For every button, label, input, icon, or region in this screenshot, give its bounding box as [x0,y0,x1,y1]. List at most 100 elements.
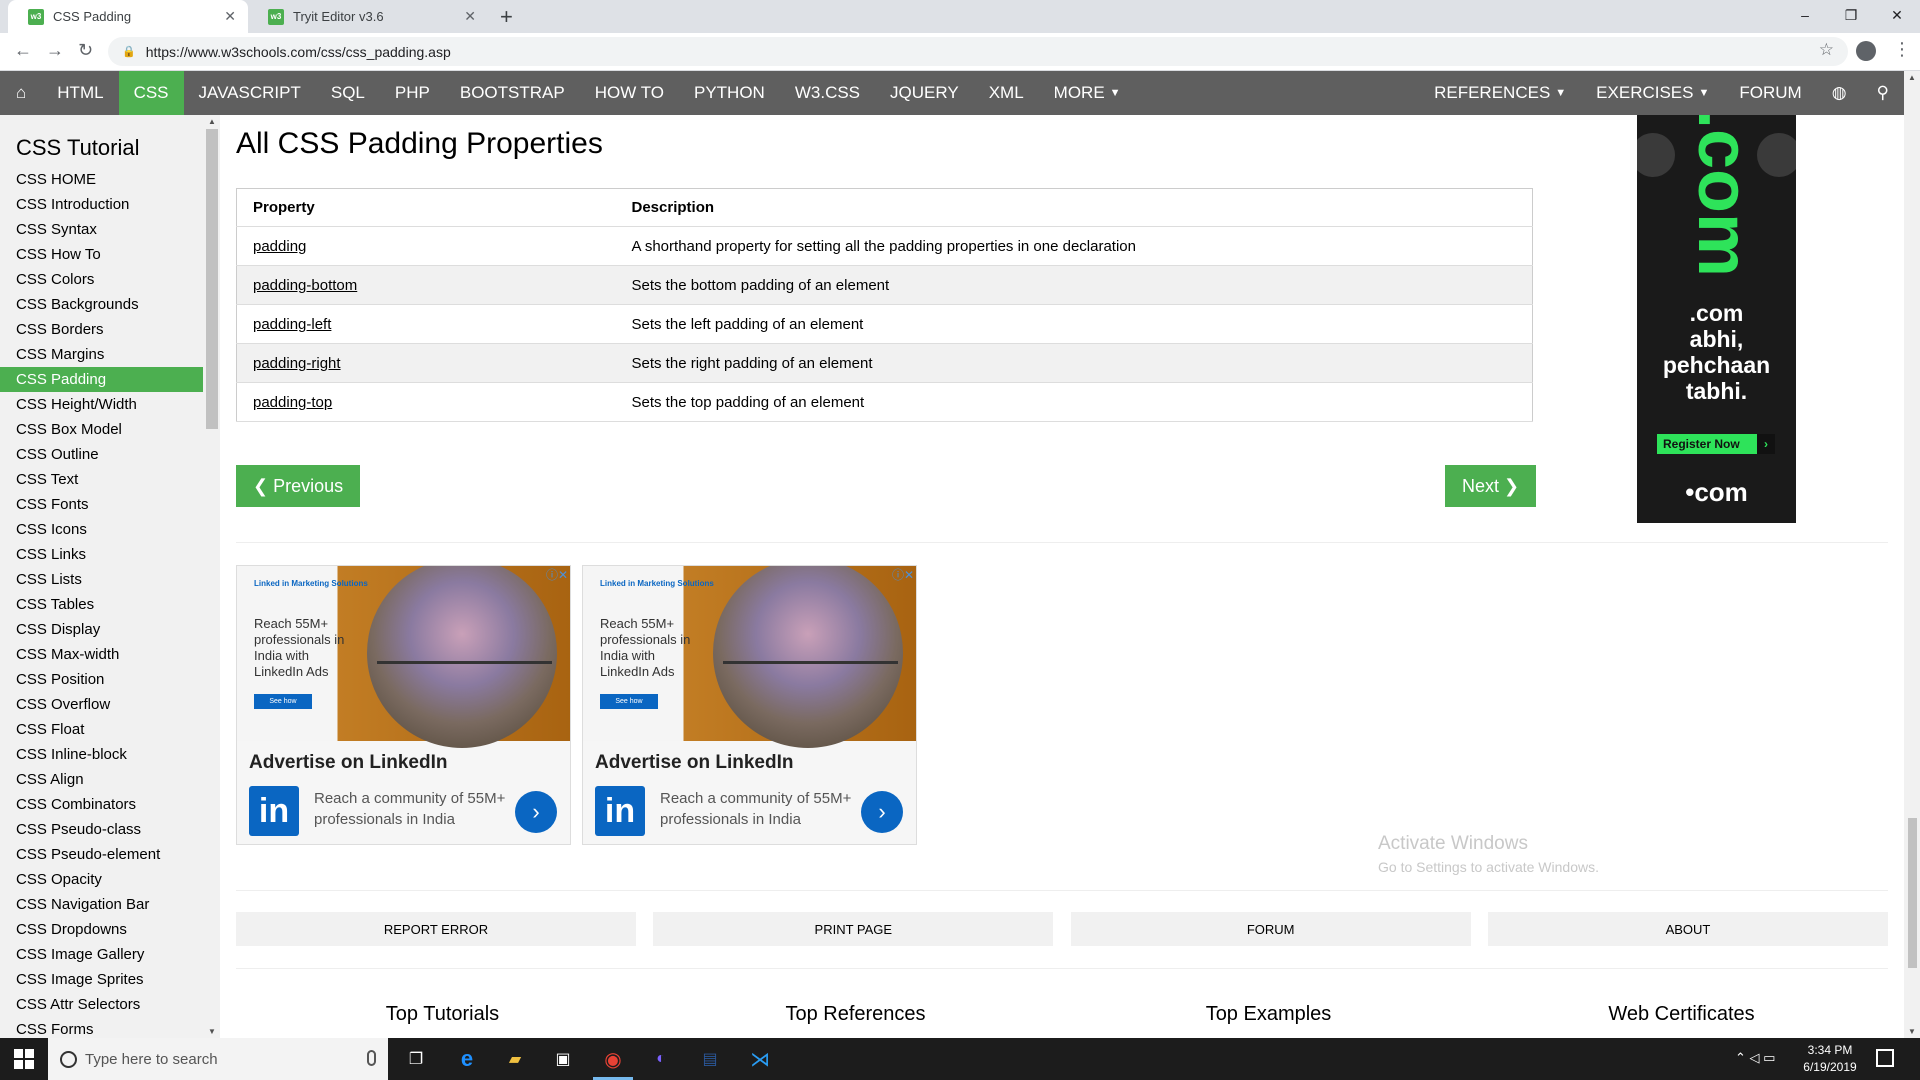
word-document-icon[interactable]: ▤ [698,1047,722,1071]
restore-icon[interactable]: ❐ [1828,0,1874,30]
ad-choices-icon[interactable]: ⓘ✕ [546,566,568,583]
sidebar-item-css-inline-block[interactable]: CSS Inline-block [0,742,203,767]
nav-xml[interactable]: XML [974,71,1039,115]
close-window-icon[interactable]: ✕ [1874,0,1920,30]
system-tray-icons[interactable]: ⌃ ◁ ▭ [1735,1050,1775,1066]
nav-css[interactable]: CSS [118,71,184,115]
home-icon[interactable]: ⌂ [0,71,42,115]
sidebar-scroll-thumb[interactable] [206,129,218,429]
new-tab-icon[interactable]: + [500,4,513,30]
sidebar-item-css-attr-selectors[interactable]: CSS Attr Selectors [0,992,203,1017]
scroll-down-arrow-icon[interactable]: ▼ [208,1027,216,1036]
dotcom-skyscraper-ad[interactable]: .com .com abhi, pehchaan tabhi. Register… [1637,115,1796,523]
chevron-right-icon[interactable]: › [861,791,903,833]
linkedin-ad[interactable]: Linked in Marketing Solutions Reach 55M+… [582,565,917,845]
vscode-icon[interactable]: ⋊ [748,1047,772,1071]
sidebar-item-css-icons[interactable]: CSS Icons [0,517,203,542]
sidebar-item-css-opacity[interactable]: CSS Opacity [0,867,203,892]
scroll-up-arrow-icon[interactable]: ▲ [1908,73,1916,82]
report-error-button[interactable]: REPORT ERROR [236,912,636,946]
forum-button[interactable]: FORUM [1070,912,1471,946]
nav-bootstrap[interactable]: BOOTSTRAP [445,71,580,115]
see-how-button[interactable]: See how [254,694,312,709]
linkedin-ad[interactable]: Linked in Marketing Solutions Reach 55M+… [236,565,571,845]
nav-more[interactable]: MORE ▼ [1039,71,1136,115]
microphone-icon[interactable] [367,1050,376,1066]
property-link[interactable]: padding [236,226,616,266]
sidebar-item-css-combinators[interactable]: CSS Combinators [0,792,203,817]
sidebar-item-css-image-sprites[interactable]: CSS Image Sprites [0,967,203,992]
sidebar-item-css-position[interactable]: CSS Position [0,667,203,692]
chrome-icon[interactable]: ◉ [601,1047,625,1071]
menu-dots-icon[interactable]: ⋮ [1893,39,1911,60]
sidebar-item-css-align[interactable]: CSS Align [0,767,203,792]
sidebar-item-css-pseudo-element[interactable]: CSS Pseudo-element [0,842,203,867]
sidebar-item-css-overflow[interactable]: CSS Overflow [0,692,203,717]
print-page-button[interactable]: PRINT PAGE [653,912,1054,946]
close-tab-icon[interactable]: ✕ [224,8,236,25]
sidebar-item-css-box-model[interactable]: CSS Box Model [0,417,203,442]
profile-avatar-icon[interactable] [1856,41,1876,61]
sidebar-item-css-how-to[interactable]: CSS How To [0,242,203,267]
globe-icon[interactable]: ◍ [1817,71,1862,115]
minimize-icon[interactable]: – [1782,0,1828,30]
sidebar-item-css-fonts[interactable]: CSS Fonts [0,492,203,517]
nav-javascript[interactable]: JAVASCRIPT [184,71,316,115]
chevron-right-icon[interactable]: › [515,791,557,833]
nav-exercises[interactable]: EXERCISES ▼ [1581,71,1724,115]
tab-tryit-editor[interactable]: w3 Tryit Editor v3.6 ✕ [248,0,488,33]
nav-references[interactable]: REFERENCES ▼ [1419,71,1581,115]
taskbar-clock[interactable]: 3:34 PM 6/19/2019 [1800,1042,1860,1076]
tab-css-padding[interactable]: w3 CSS Padding ✕ [8,0,248,33]
nav-forum[interactable]: FORUM [1724,71,1816,115]
close-tab-icon[interactable]: ✕ [464,8,476,25]
about-button[interactable]: ABOUT [1487,912,1888,946]
sidebar-item-css-margins[interactable]: CSS Margins [0,342,203,367]
url-field[interactable]: 🔒 https://www.w3schools.com/css/css_padd… [108,37,1848,66]
sidebar-scrollbar[interactable]: ▲ ▼ [203,115,220,1038]
next-button[interactable]: Next ❯ [1445,465,1537,507]
see-how-button[interactable]: See how [600,694,658,709]
sidebar-item-css-text[interactable]: CSS Text [0,467,203,492]
sidebar-item-css-navigation-bar[interactable]: CSS Navigation Bar [0,892,203,917]
sidebar-item-css-forms[interactable]: CSS Forms [0,1017,203,1038]
sidebar-item-css-colors[interactable]: CSS Colors [0,267,203,292]
windows-start-icon[interactable] [14,1049,34,1069]
property-link[interactable]: padding-top [236,382,616,422]
scroll-down-arrow-icon[interactable]: ▼ [1908,1027,1916,1036]
notification-center-icon[interactable] [1876,1049,1894,1067]
store-icon[interactable]: ▣ [551,1047,575,1071]
sidebar-item-css-links[interactable]: CSS Links [0,542,203,567]
nav-sql[interactable]: SQL [316,71,380,115]
nav-w3css[interactable]: W3.CSS [780,71,875,115]
page-scrollbar[interactable]: ▲ ▼ [1904,71,1920,1038]
nav-python[interactable]: PYTHON [679,71,780,115]
sidebar-item-css-dropdowns[interactable]: CSS Dropdowns [0,917,203,942]
task-view-icon[interactable]: ❐ [404,1047,428,1071]
ad-choices-icon[interactable]: ⓘ✕ [892,566,914,583]
sidebar-item-css-padding[interactable]: CSS Padding [0,367,203,392]
sidebar-item-css-max-width[interactable]: CSS Max-width [0,642,203,667]
nav-jquery[interactable]: JQUERY [875,71,974,115]
nav-html[interactable]: HTML [42,71,118,115]
sidebar-item-css-borders[interactable]: CSS Borders [0,317,203,342]
file-explorer-icon[interactable]: ▰ [503,1047,527,1071]
nav-php[interactable]: PHP [380,71,445,115]
back-arrow-icon[interactable]: ← [14,40,32,61]
sidebar-item-css-syntax[interactable]: CSS Syntax [0,217,203,242]
reload-icon[interactable]: ↻ [78,40,93,61]
sidebar-item-css-home[interactable]: CSS HOME [0,167,203,192]
sidebar-item-css-height-width[interactable]: CSS Height/Width [0,392,203,417]
taskbar-search-input[interactable]: Type here to search [48,1038,388,1080]
sidebar-item-css-outline[interactable]: CSS Outline [0,442,203,467]
bookmark-star-icon[interactable]: ☆ [1819,40,1834,60]
sidebar-item-css-lists[interactable]: CSS Lists [0,567,203,592]
previous-button[interactable]: ❮ Previous [236,465,361,507]
sidebar-item-css-image-gallery[interactable]: CSS Image Gallery [0,942,203,967]
search-icon[interactable]: ⚲ [1862,71,1904,115]
page-scroll-thumb[interactable] [1908,818,1917,968]
property-link[interactable]: padding-left [236,304,616,344]
scroll-up-arrow-icon[interactable]: ▲ [208,117,216,126]
nav-how-to[interactable]: HOW TO [580,71,679,115]
sidebar-item-css-float[interactable]: CSS Float [0,717,203,742]
